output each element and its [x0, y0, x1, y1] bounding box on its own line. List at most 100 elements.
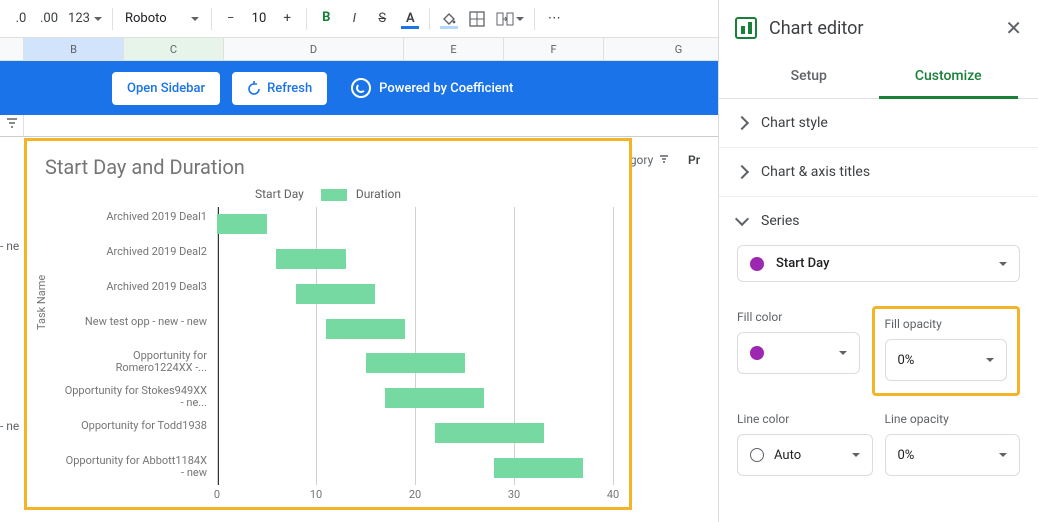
chevron-down-icon — [986, 358, 994, 362]
font-family-label: Roboto — [125, 11, 167, 26]
number-format-label: 123 — [68, 11, 90, 26]
series-color-dot-icon — [750, 257, 764, 271]
color-swatch-icon — [750, 448, 764, 462]
paint-bucket-icon — [441, 12, 457, 26]
legend-entry: Start Day — [255, 187, 304, 201]
refresh-label: Refresh — [267, 81, 312, 96]
spreadsheet-grid[interactable]: - ne - ne ategory Pr Start Day and Durat… — [0, 115, 718, 522]
tab-customize[interactable]: Customize — [879, 56, 1019, 99]
accordion-label: Chart & axis titles — [761, 164, 870, 180]
accordion-series[interactable]: Series — [719, 197, 1038, 245]
chart-bar — [326, 319, 405, 339]
merge-icon — [496, 12, 514, 26]
column-header-row: B C D E F G — [0, 38, 718, 61]
cell-fragment: Pr — [688, 149, 700, 171]
column-header[interactable]: E — [404, 38, 504, 60]
italic-button[interactable]: I — [341, 6, 367, 32]
x-tick-label: 10 — [310, 488, 322, 501]
filter-icon[interactable] — [6, 117, 18, 129]
line-color-select[interactable]: Auto — [737, 434, 873, 476]
font-size-decrease[interactable]: − — [218, 6, 244, 32]
borders-icon — [469, 11, 485, 27]
chart-bar — [385, 388, 484, 408]
y-tick-label: Opportunity for Stokes949XX - ne... — [63, 385, 207, 409]
chart-legend: Start Day Duration — [27, 185, 629, 207]
fill-opacity-highlight: Fill opacity 0% — [872, 306, 1021, 396]
y-tick-label: Archived 2019 Deal1 — [63, 211, 207, 223]
y-tick-label: Archived 2019 Deal3 — [63, 281, 207, 293]
chevron-down-icon — [735, 212, 749, 226]
chart-plot-area: Task Name Archived 2019 Deal1Archived 20… — [37, 207, 619, 503]
accordion-chart-style[interactable]: Chart style — [719, 99, 1038, 147]
column-header[interactable]: D — [224, 38, 404, 60]
x-tick-label: 0 — [214, 488, 220, 501]
color-swatch-icon — [750, 346, 764, 360]
fill-color-label: Fill color — [737, 310, 860, 324]
line-color-value: Auto — [774, 448, 801, 463]
text-color-button[interactable]: A — [397, 6, 423, 32]
line-opacity-select[interactable]: 0% — [885, 434, 1021, 476]
chart-bar — [435, 423, 544, 443]
y-tick-label: Opportunity for Todd1938 — [63, 420, 207, 432]
series-select-value: Start Day — [776, 256, 829, 271]
accordion-axis-titles[interactable]: Chart & axis titles — [719, 148, 1038, 196]
chart-bar — [217, 214, 267, 234]
line-color-label: Line color — [737, 412, 873, 426]
chevron-down-icon — [839, 351, 847, 355]
accordion-label: Chart style — [761, 115, 828, 131]
decrease-decimal-button[interactable]: .0 — [8, 6, 34, 32]
number-format-menu[interactable]: 123 — [64, 6, 106, 32]
chart-object[interactable]: Start Day and Duration Start Day Duratio… — [24, 138, 632, 510]
tab-setup[interactable]: Setup — [739, 56, 879, 98]
y-tick-label: Opportunity for Romero1224XX -... — [63, 350, 207, 374]
borders-button[interactable] — [464, 6, 490, 32]
increase-decimal-button[interactable]: .00 — [36, 6, 62, 32]
y-tick-label: New test opp - new - new — [63, 316, 207, 328]
chart-bar — [276, 249, 345, 269]
fill-opacity-value: 0% — [898, 353, 915, 368]
coefficient-banner: Open Sidebar Refresh Powered by Coeffici… — [0, 61, 718, 115]
open-sidebar-button[interactable]: Open Sidebar — [112, 72, 220, 105]
close-button[interactable]: ✕ — [1005, 16, 1022, 40]
column-header[interactable]: B — [24, 38, 124, 60]
y-tick-label: Opportunity for Abbott1184X - new — [63, 455, 207, 479]
refresh-button[interactable]: Refresh — [232, 72, 327, 105]
line-opacity-value: 0% — [898, 448, 915, 463]
font-size-input[interactable]: 10 — [246, 11, 273, 26]
line-opacity-label: Line opacity — [885, 412, 1021, 426]
font-size-increase[interactable]: + — [274, 6, 300, 32]
chevron-down-icon — [999, 453, 1007, 457]
fill-opacity-select[interactable]: 0% — [885, 339, 1008, 381]
chart-editor-panel: Chart editor ✕ Setup Customize Chart sty… — [718, 0, 1038, 522]
refresh-icon — [247, 81, 261, 95]
fill-color-select[interactable] — [737, 332, 860, 374]
font-family-select[interactable]: Roboto — [119, 11, 205, 26]
powered-by-label: Powered by Coefficient — [351, 78, 513, 98]
filter-icon[interactable] — [659, 154, 669, 164]
column-header[interactable]: F — [504, 38, 604, 60]
cell-fragment: - ne — [0, 235, 19, 257]
fill-color-button[interactable] — [436, 6, 462, 32]
chevron-right-icon — [735, 165, 749, 179]
font-size-value: 10 — [252, 11, 267, 26]
merge-cells-button[interactable] — [492, 6, 528, 32]
chart-bar — [296, 284, 375, 304]
x-tick-label: 30 — [508, 488, 520, 501]
chevron-down-icon — [94, 17, 102, 21]
accordion-label: Series — [761, 213, 800, 229]
x-tick-label: 20 — [409, 488, 421, 501]
more-tools-button[interactable]: ⋯ — [541, 6, 567, 32]
chevron-down-icon — [191, 17, 199, 21]
series-select[interactable]: Start Day — [737, 245, 1020, 282]
chart-editor-icon — [735, 17, 757, 39]
y-tick-label: Archived 2019 Deal2 — [63, 246, 207, 258]
chevron-down-icon — [516, 17, 524, 21]
chart-title: Start Day and Duration — [27, 141, 629, 185]
column-header[interactable]: C — [124, 38, 224, 60]
x-tick-label: 40 — [607, 488, 619, 501]
bold-button[interactable]: B — [313, 6, 339, 32]
legend-entry: Duration — [356, 187, 401, 201]
column-header[interactable]: G — [604, 38, 718, 60]
strikethrough-button[interactable]: S — [369, 6, 395, 32]
fill-opacity-label: Fill opacity — [885, 317, 1008, 331]
